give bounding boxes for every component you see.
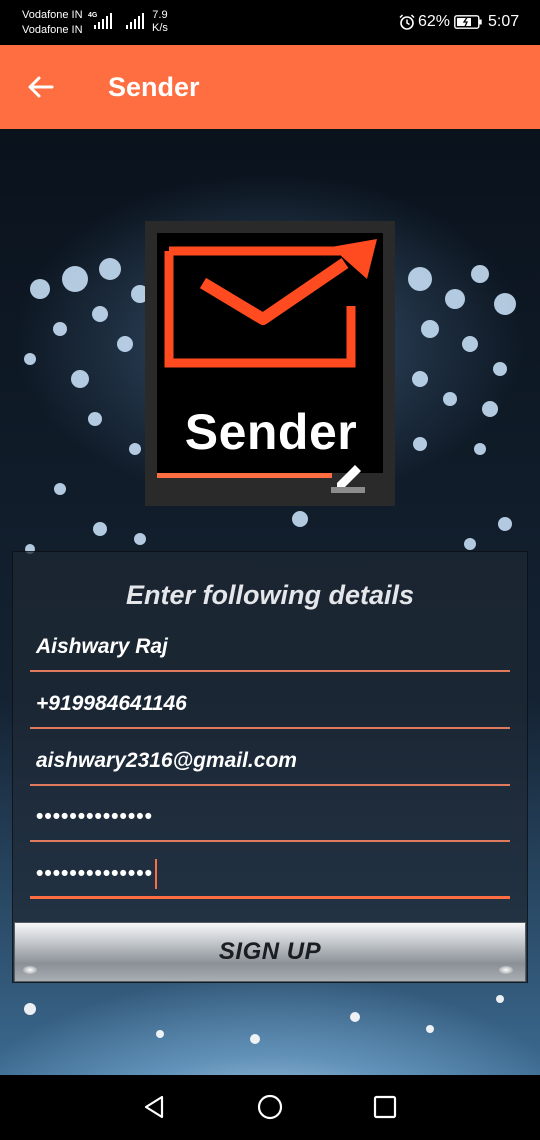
app-bar: Sender	[0, 45, 540, 129]
app-logo: Sender	[145, 221, 395, 506]
clock: 5:07	[488, 13, 520, 30]
confirm-password-value: ••••••••••••••	[36, 862, 153, 885]
logo-text: Sender	[184, 404, 358, 460]
pencil-icon	[331, 465, 365, 493]
carrier-name-2: Vodafone IN	[22, 24, 83, 36]
email-field[interactable]: aishwary2316@gmail.com	[30, 746, 510, 786]
network-speed: 7.9 K/s	[152, 9, 168, 35]
signal-icon	[126, 13, 144, 29]
network-speed-unit: K/s	[152, 22, 168, 34]
back-triangle-icon[interactable]	[141, 1093, 169, 1121]
decorative-screw	[23, 966, 37, 974]
text-caret	[154, 859, 157, 890]
confirm-password-field[interactable]: ••••••••••••••	[30, 859, 510, 899]
arrow-left-icon[interactable]	[26, 72, 56, 102]
recents-square-icon[interactable]	[371, 1093, 399, 1121]
home-circle-icon[interactable]	[256, 1093, 284, 1121]
signup-button-label: SIGN UP	[218, 938, 322, 965]
signup-button[interactable]: SIGN UP	[14, 922, 526, 982]
carrier-name-1: Vodafone IN	[22, 9, 83, 21]
alarm-icon	[399, 14, 415, 30]
decorative-screw	[499, 966, 513, 974]
status-bar: Vodafone IN Vodafone IN 4G 7.9 K/s 62% 5…	[0, 0, 540, 45]
form-heading: Enter following details	[125, 580, 415, 610]
network-speed-value: 7.9	[152, 9, 168, 21]
page-title: Sender	[108, 72, 200, 102]
password-field[interactable]: ••••••••••••••	[30, 802, 510, 842]
phone-field[interactable]: +919984641146	[30, 689, 510, 729]
battery-percent: 62%	[418, 13, 451, 30]
battery-icon	[454, 15, 482, 29]
signal-icon	[94, 13, 112, 29]
name-field[interactable]: Aishwary Raj	[30, 632, 510, 672]
system-nav-bar	[0, 1075, 540, 1140]
